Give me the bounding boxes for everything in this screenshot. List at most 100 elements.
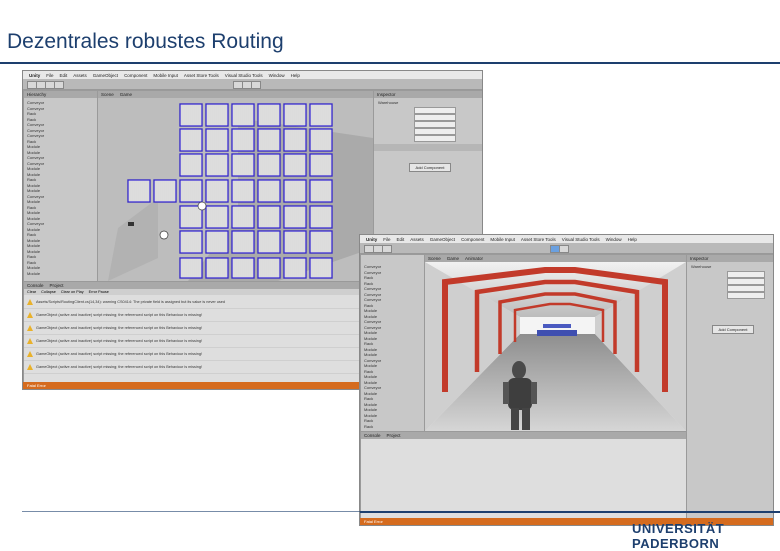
menu-item[interactable]: Edit [397, 237, 405, 242]
rack [231, 153, 255, 177]
rack [257, 257, 281, 279]
rack [283, 128, 307, 152]
console-row[interactable]: GameObject (active and inactive) script … [24, 309, 373, 322]
university-logo: UNIVERSITÄT PADERBORN [632, 521, 725, 551]
rack [179, 153, 203, 177]
rack [257, 128, 281, 152]
rack [205, 103, 229, 127]
menu-item[interactable]: File [383, 237, 390, 242]
rack [205, 153, 229, 177]
rack [179, 205, 203, 229]
console-panel: Console Project [360, 431, 687, 519]
field-input[interactable] [414, 135, 456, 142]
tab-project[interactable]: Project [387, 432, 401, 439]
inspector-field [687, 284, 773, 292]
rack [309, 230, 333, 254]
console-error-pause-button[interactable]: Error Pause [89, 289, 109, 295]
game-tab-bar: Scene Game Animator [425, 255, 686, 262]
inspector-field [374, 120, 482, 128]
game-view[interactable]: Scene Game Animator [424, 254, 687, 432]
console-row[interactable]: Assets/Scripts/RoutingClient.cs(14,34): … [24, 296, 373, 309]
add-component-button[interactable]: Add Component [409, 163, 451, 172]
menu-item[interactable]: Component [124, 73, 147, 78]
menu-item[interactable]: Unity [366, 237, 377, 242]
console-list: Assets/Scripts/RoutingClient.cs(14,34): … [24, 296, 373, 374]
menu-item[interactable]: Assets [73, 73, 87, 78]
inspector-field [374, 127, 482, 135]
menu-item[interactable]: Window [606, 237, 622, 242]
rack [205, 257, 229, 279]
rack [179, 230, 203, 254]
console-row[interactable]: GameObject (active and inactive) script … [24, 348, 373, 361]
inspector-object-name: Warehouse [691, 264, 712, 269]
menu-item[interactable]: Assets [410, 237, 424, 242]
console-clear-button[interactable]: Clear [27, 289, 36, 295]
tab-game[interactable]: Game [120, 91, 132, 98]
inspector-tab[interactable]: Inspector [687, 255, 773, 262]
menu-item[interactable]: Window [269, 73, 285, 78]
menu-item[interactable]: Mobile Input [490, 237, 515, 242]
rack [283, 257, 307, 279]
tab-animator[interactable]: Animator [465, 255, 483, 262]
console-row[interactable]: GameObject (active and inactive) script … [24, 361, 373, 374]
warning-icon [27, 312, 33, 318]
console-row[interactable]: GameObject (active and inactive) script … [24, 322, 373, 335]
menu-item[interactable]: Help [628, 237, 637, 242]
robot-marker [197, 201, 207, 211]
tab-game[interactable]: Game [447, 255, 459, 262]
field-input[interactable] [727, 292, 765, 299]
conveyor-platform [543, 324, 571, 328]
console-collapse-button[interactable]: Collapse [41, 289, 56, 295]
warning-icon [27, 351, 33, 357]
menu-item[interactable]: Edit [60, 73, 68, 78]
tab-project[interactable]: Project [50, 282, 64, 289]
rack [283, 179, 307, 203]
menu-item[interactable]: Asset Store Tools [184, 73, 219, 78]
menu-item[interactable]: Unity [29, 73, 40, 78]
rack [231, 179, 255, 203]
gizmo-icon [159, 230, 169, 240]
menu-item[interactable]: Component [461, 237, 484, 242]
hierarchy-item[interactable]: Module [24, 271, 97, 277]
pause-button[interactable] [559, 245, 569, 253]
tab-scene[interactable]: Scene [428, 255, 441, 262]
menu-item[interactable]: Asset Store Tools [521, 237, 556, 242]
scene-view[interactable]: Scene Game [97, 90, 374, 282]
hierarchy-list: Conveyor Conveyor Rack Rack Conveyor Conveyor… [361, 264, 424, 429]
scale-tool-button[interactable] [54, 81, 64, 89]
tab-scene[interactable]: Scene [101, 91, 114, 98]
menu-bar: Unity File Edit Assets GameObject Compon… [23, 71, 482, 79]
rack [309, 205, 333, 229]
rack [179, 128, 203, 152]
hierarchy-tab[interactable]: Hierarchy [24, 91, 97, 98]
rack [231, 230, 255, 254]
inspector-field [687, 270, 773, 278]
tab-console[interactable]: Console [364, 432, 381, 439]
menu-item[interactable]: GameObject [93, 73, 118, 78]
step-button[interactable] [251, 81, 261, 89]
hierarchy-item[interactable]: Rack [361, 424, 424, 430]
console-row[interactable]: GameObject (active and inactive) script … [24, 335, 373, 348]
footer-divider [360, 511, 780, 513]
menu-item[interactable]: Mobile Input [153, 73, 178, 78]
rotate-tool-button[interactable] [382, 245, 392, 253]
menu-item[interactable]: Visual Studio Tools [225, 73, 263, 78]
menu-item[interactable]: GameObject [430, 237, 455, 242]
tab-console[interactable]: Console [27, 282, 44, 289]
rack [205, 179, 229, 203]
rack [257, 179, 281, 203]
menu-item[interactable]: Visual Studio Tools [562, 237, 600, 242]
warehouse-top-view [108, 103, 373, 281]
inspector-tab[interactable]: Inspector [374, 91, 482, 98]
warehouse-3d-view [425, 262, 686, 431]
rack [283, 205, 307, 229]
inspector-panel: Inspector Warehouse Add Component [686, 254, 773, 525]
menu-item[interactable]: File [46, 73, 53, 78]
rack [257, 103, 281, 127]
hierarchy-panel: Hierarchy Conveyor Conveyor Rack Rack Convey… [23, 90, 98, 282]
menu-bar: Unity File Edit Assets GameObject Compon… [360, 235, 773, 243]
console-clear-on-play-button[interactable]: Clear on Play [61, 289, 84, 295]
menu-item[interactable]: Help [291, 73, 300, 78]
rack [309, 153, 333, 177]
add-component-button[interactable]: Add Component [712, 325, 754, 334]
